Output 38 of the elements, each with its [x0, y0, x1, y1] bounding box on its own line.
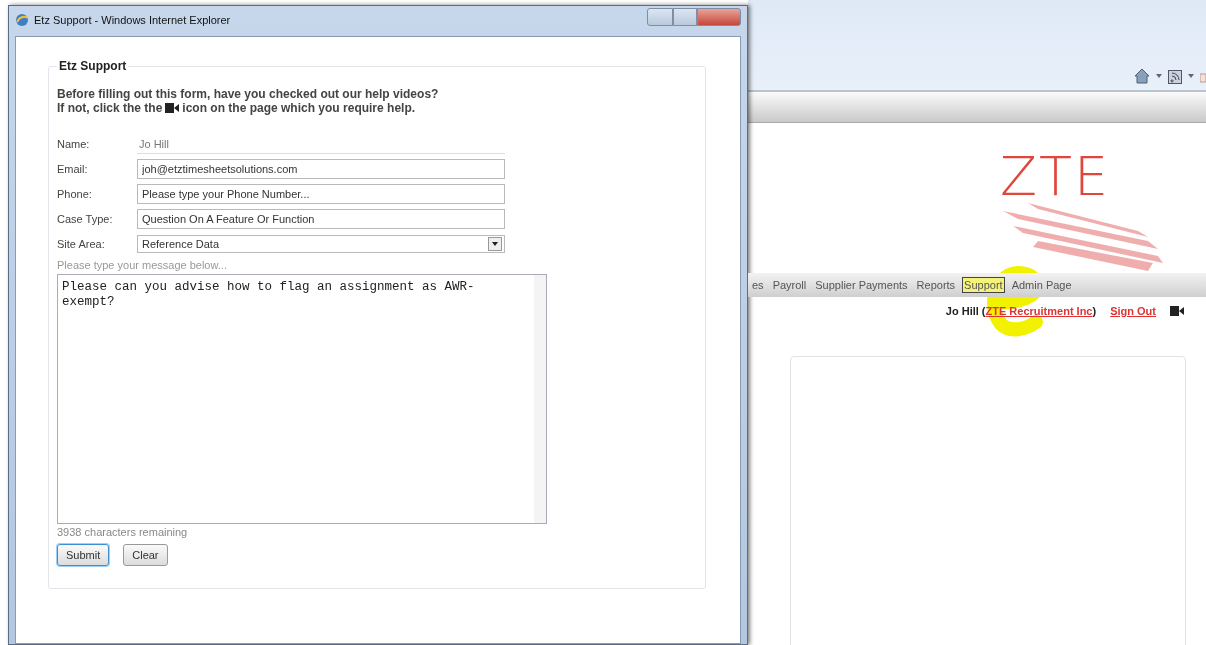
dropdown-field[interactable]: Reference Data [137, 235, 505, 253]
field-label: Site Area: [57, 238, 106, 250]
company-logo: ZTE [1000, 145, 1111, 208]
dropdown-arrow-icon[interactable] [1188, 74, 1194, 78]
minimize-button[interactable] [647, 8, 673, 26]
form-heading: Etz Support [58, 59, 128, 73]
field-label: Phone: [57, 188, 93, 200]
window-title: Etz Support - Windows Internet Explorer [34, 14, 231, 26]
sign-out-link[interactable]: Sign Out [1110, 305, 1156, 317]
dropdown-arrow-icon[interactable] [1156, 74, 1162, 78]
nav-link[interactable]: Payroll [770, 277, 809, 293]
form-button[interactable]: Clear [123, 544, 168, 566]
maximize-button[interactable] [673, 8, 697, 26]
home-icon[interactable] [1134, 68, 1150, 84]
field-label: Case Type: [57, 213, 114, 225]
video-camera-icon [1170, 306, 1184, 316]
character-counter: 3938 characters remaining [57, 526, 189, 538]
text-field[interactable]: joh@etztimesheetsolutions.com [137, 159, 505, 179]
intro-text: icon on the page which you require help. [182, 101, 416, 115]
browser-icon [15, 13, 29, 27]
nav-link[interactable]: Supplier Payments [813, 277, 910, 293]
field-label: Email: [57, 163, 89, 175]
text-field[interactable]: Question On A Feature Or Function [137, 209, 505, 229]
nav-link[interactable]: Reports [914, 277, 958, 293]
message-hint: Please type your message below... [57, 259, 228, 271]
field-label: Name: [57, 138, 91, 150]
nav-link[interactable]: es [750, 277, 766, 293]
nav-link[interactable]: Admin Page [1009, 277, 1074, 293]
video-camera-icon [165, 103, 180, 113]
text-field[interactable]: Please type your Phone Number... [137, 184, 505, 204]
form-button[interactable]: Submit [57, 544, 110, 566]
dropdown-arrow-icon [492, 242, 498, 246]
intro-text: If not, click the the [57, 101, 163, 115]
intro-text: Before filling out this form, have you checked out our help videos? [57, 87, 440, 101]
feed-icon[interactable] [1168, 70, 1182, 84]
message-field[interactable]: Please can you advise how to flag an assignment as AWR-exempt? [57, 274, 547, 524]
nav-link[interactable]: Support [962, 277, 1005, 293]
name-value: Jo Hill [137, 134, 505, 154]
